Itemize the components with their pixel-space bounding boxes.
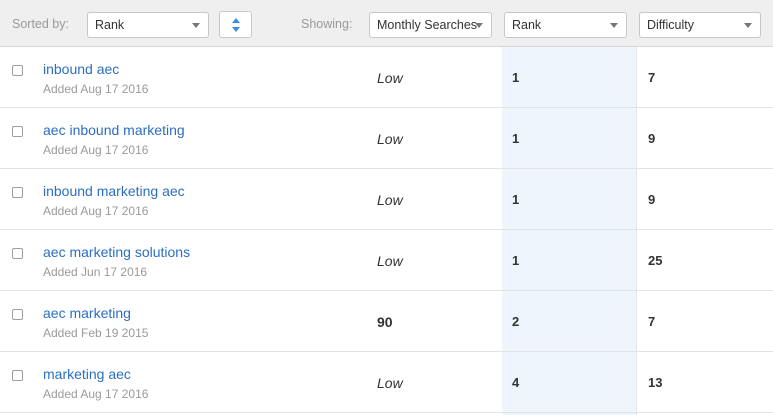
column-select-label: Monthly Searches <box>377 18 478 32</box>
difficulty-value: 9 <box>648 192 656 207</box>
row-checkbox[interactable] <box>12 65 23 76</box>
row-checkbox[interactable] <box>12 187 23 198</box>
added-date: Added Aug 17 2016 <box>43 143 149 157</box>
keyword-link[interactable]: aec marketing <box>43 305 131 321</box>
added-date: Added Aug 17 2016 <box>43 204 149 218</box>
chevron-down-icon <box>475 23 483 28</box>
keyword-link[interactable]: marketing aec <box>43 366 131 382</box>
sort-direction-button[interactable] <box>219 11 252 38</box>
sort-arrows-icon <box>232 18 240 32</box>
keyword-link[interactable]: aec marketing solutions <box>43 244 190 260</box>
column-select-difficulty[interactable]: Difficulty <box>639 12 761 38</box>
added-date: Added Aug 17 2016 <box>43 387 149 401</box>
chevron-down-icon <box>610 23 618 28</box>
table-row: marketing aec Added Aug 17 2016 Low 4 13 <box>0 352 773 413</box>
monthly-searches-value: Low <box>377 70 403 86</box>
column-select-rank[interactable]: Rank <box>504 12 627 38</box>
toolbar: Sorted by: Rank Showing: Monthly Searche… <box>0 0 773 47</box>
keyword-link[interactable]: aec inbound marketing <box>43 122 185 138</box>
difficulty-value: 7 <box>648 70 656 85</box>
difficulty-value: 7 <box>648 314 656 329</box>
added-date: Added Feb 19 2015 <box>43 326 149 340</box>
chevron-down-icon <box>192 23 200 28</box>
monthly-searches-value: Low <box>377 375 403 391</box>
monthly-searches-value: Low <box>377 131 403 147</box>
keyword-link[interactable]: inbound aec <box>43 61 119 77</box>
added-date: Added Jun 17 2016 <box>43 265 148 279</box>
difficulty-value: 13 <box>648 375 663 390</box>
added-date: Added Aug 17 2016 <box>43 82 149 96</box>
table-row: aec marketing solutions Added Jun 17 201… <box>0 230 773 291</box>
sort-by-select[interactable]: Rank <box>87 12 209 38</box>
table-row: inbound marketing aec Added Aug 17 2016 … <box>0 169 773 230</box>
monthly-searches-value: Low <box>377 192 403 208</box>
rank-value: 1 <box>512 70 520 85</box>
keyword-link[interactable]: inbound marketing aec <box>43 183 185 199</box>
row-checkbox[interactable] <box>12 309 23 320</box>
sorted-by-label: Sorted by: <box>12 17 69 31</box>
rank-value: 4 <box>512 375 520 390</box>
showing-label: Showing: <box>301 17 353 31</box>
row-checkbox[interactable] <box>12 126 23 137</box>
rank-value: 1 <box>512 131 520 146</box>
column-select-label: Difficulty <box>647 18 695 32</box>
monthly-searches-value: Low <box>377 253 403 269</box>
rank-value: 1 <box>512 192 520 207</box>
row-checkbox[interactable] <box>12 370 23 381</box>
column-select-monthly-searches[interactable]: Monthly Searches <box>369 12 492 38</box>
rank-value: 2 <box>512 314 520 329</box>
rank-value: 1 <box>512 253 520 268</box>
table-row: aec inbound marketing Added Aug 17 2016 … <box>0 108 773 169</box>
chevron-down-icon <box>744 23 752 28</box>
difficulty-value: 25 <box>648 253 663 268</box>
row-checkbox[interactable] <box>12 248 23 259</box>
column-select-label: Rank <box>512 18 542 32</box>
difficulty-value: 9 <box>648 131 656 146</box>
table-row: inbound aec Added Aug 17 2016 Low 1 7 <box>0 47 773 108</box>
table-row: aec marketing Added Feb 19 2015 90 2 7 <box>0 291 773 352</box>
monthly-searches-value: 90 <box>377 314 393 330</box>
sort-by-value: Rank <box>95 18 125 32</box>
